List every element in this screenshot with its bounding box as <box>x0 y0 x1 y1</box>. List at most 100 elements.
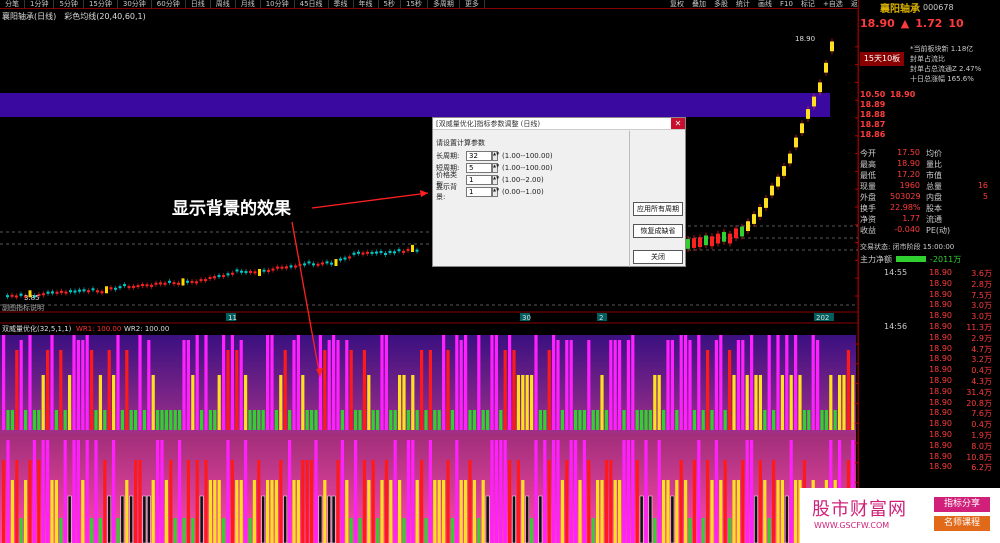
indicator-bar-upper <box>437 410 441 430</box>
indicator-bar-upper <box>736 340 740 430</box>
param-input[interactable]: 1 <box>466 187 492 197</box>
indicator-bar-lower <box>780 480 784 543</box>
indicator-bar-upper <box>618 340 622 430</box>
param-label: 长周期: <box>436 152 460 160</box>
indicator-bar-upper <box>415 410 419 430</box>
tick-time: 14:55 <box>884 268 908 277</box>
apply-all-periods-button[interactable]: 应用所有周期 <box>633 202 683 216</box>
indicator-bar-upper <box>178 410 182 430</box>
quote-label: 最高 <box>860 160 876 169</box>
candle-body <box>123 284 126 287</box>
indicator-bar-lower <box>670 495 675 543</box>
indicator-bar-upper <box>842 375 846 430</box>
tick-volume: 6.2万 <box>971 463 992 473</box>
tick-price: 18.90 <box>929 440 952 450</box>
indicator-bar-lower <box>684 480 688 543</box>
candle-body <box>118 286 122 289</box>
tick-row: 18.90 4.3万 <box>884 376 1000 386</box>
indicator-bar-upper <box>76 340 80 430</box>
indicator-bar-upper <box>226 350 230 430</box>
tick-price: 18.90 <box>929 365 952 375</box>
indicator-bar-upper <box>142 410 146 430</box>
indicator-bar-lower <box>323 480 327 543</box>
kline-chart[interactable]: 18.0017.0016.0015.0014.0013.0012.0011.00… <box>0 0 858 543</box>
indicator-bar-upper <box>164 410 168 430</box>
indicator-bar-upper <box>648 410 652 430</box>
indicator-bar-upper <box>239 340 243 430</box>
indicator-bar-lower <box>349 518 353 543</box>
candle-body <box>226 273 230 276</box>
indicator-bar-upper <box>820 410 824 430</box>
indicator-bar-upper <box>389 410 393 430</box>
quote-value <box>958 159 988 169</box>
indicator-bar-upper <box>512 350 516 430</box>
indicator-bar-upper <box>604 410 608 430</box>
quote-row: 换手 22.98% 股本 <box>860 203 1000 213</box>
param-row: 长周期: 32 ▲▼ (1.00--100.00) <box>436 151 553 161</box>
tick-row: 18.90 4.7万 <box>884 344 1000 354</box>
candle-body <box>222 274 225 277</box>
indicator-bar-lower <box>235 480 239 543</box>
quote-value <box>958 148 988 158</box>
close-icon[interactable]: ✕ <box>671 118 685 129</box>
candle-body <box>127 286 131 289</box>
indicator-bar-lower <box>596 480 600 543</box>
indicator-bar-lower <box>98 518 102 543</box>
spinner-icon[interactable]: ▲▼ <box>492 175 499 185</box>
candle-body <box>752 214 756 224</box>
quote-label: 今开 <box>860 149 876 158</box>
candle-body <box>307 261 311 264</box>
indicator-bar-upper <box>838 375 842 430</box>
indicator-bar-lower <box>631 440 635 543</box>
indicator-bar-lower <box>723 460 727 543</box>
indicator-bar-lower <box>362 460 366 543</box>
param-input[interactable]: 32 <box>466 151 492 161</box>
highlight-band <box>0 93 830 117</box>
annotation-arrow <box>311 192 429 209</box>
indicator-bar-lower <box>314 440 318 543</box>
up-arrow-icon: ▲ <box>900 16 910 30</box>
indicator-bar-lower <box>485 495 490 543</box>
tick-row: 18.90 7.5万 <box>884 290 1000 300</box>
param-input[interactable]: 5 <box>466 163 492 173</box>
indicator-bar-upper <box>494 335 498 430</box>
indicator-bar-upper <box>486 410 490 430</box>
price-row: 18.90 ▲ 1.72 10 <box>860 16 1000 30</box>
indicator-bar-lower <box>72 440 76 543</box>
indicator-bar-upper <box>670 340 674 430</box>
stock-name[interactable]: 襄阳轴承 <box>880 0 920 15</box>
indicator-bar-upper <box>63 410 67 430</box>
spinner-icon[interactable]: ▲▼ <box>492 151 499 161</box>
indicator-bar-lower <box>472 480 476 543</box>
indicator-bar-lower <box>94 440 98 543</box>
close-button[interactable]: 关闭 <box>633 250 683 264</box>
indicator-bar-upper <box>543 410 547 430</box>
tick-time <box>884 398 918 408</box>
candle-body <box>361 252 365 255</box>
candle-body <box>289 265 293 268</box>
seal-info-line: 封单占流比 <box>910 55 945 63</box>
tick-time <box>884 441 918 451</box>
restore-default-button[interactable]: 恢复成缺省 <box>633 224 683 238</box>
candle-body <box>782 166 786 176</box>
spinner-icon[interactable]: ▲▼ <box>492 163 499 173</box>
spinner-icon[interactable]: ▲▼ <box>492 187 499 197</box>
indicator-bar-upper <box>640 410 644 430</box>
indicator-bar-lower <box>151 480 155 543</box>
candle-body <box>15 295 18 298</box>
param-input[interactable]: 1 <box>466 175 492 185</box>
indicator-bar-upper <box>662 410 666 430</box>
quote-value <box>958 225 988 235</box>
indicator-bar-upper <box>534 335 538 430</box>
indicator-bar-upper <box>714 340 718 430</box>
indicator-bar-lower <box>626 440 630 543</box>
quote-row: 外盘 503029 内盘 5 <box>860 192 1000 202</box>
indicator-bar-lower <box>420 460 424 543</box>
change-pct: 10 <box>948 16 964 30</box>
candle-body <box>794 137 798 148</box>
indicator-bar-lower <box>376 518 380 543</box>
indicator-bar-upper <box>200 410 204 430</box>
indicator-bar-upper <box>362 350 366 430</box>
candle-body <box>357 251 360 254</box>
indicator-bar-upper <box>376 410 380 430</box>
